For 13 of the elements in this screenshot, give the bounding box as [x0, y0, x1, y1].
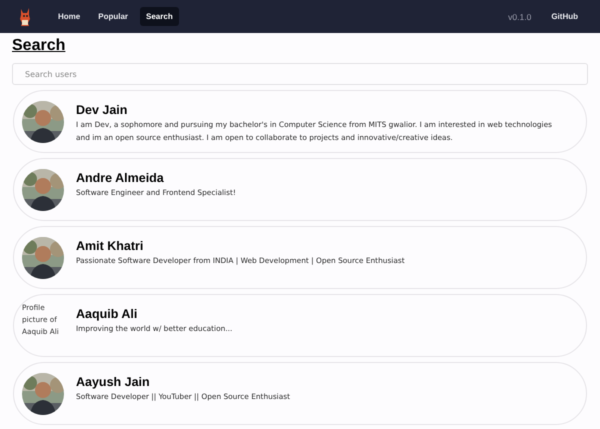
nav-link[interactable]: Popular: [92, 7, 134, 26]
nav-link[interactable]: Home: [52, 7, 86, 26]
page-heading: Search: [12, 37, 66, 55]
user-name: Aaquib Ali: [76, 307, 138, 321]
github-link[interactable]: GitHub: [545, 7, 584, 26]
user-name: Aayush Jain: [76, 375, 151, 389]
version-label: v0.1.0: [508, 12, 532, 22]
user-name: Amit Khatri: [76, 239, 144, 253]
logo-icon[interactable]: [18, 6, 32, 26]
user-name: Andre Almeida: [76, 171, 165, 185]
nav-link[interactable]: Search: [140, 7, 179, 26]
search-field[interactable]: Search users: [12, 63, 588, 85]
user-name: Dev Jain: [76, 103, 128, 117]
